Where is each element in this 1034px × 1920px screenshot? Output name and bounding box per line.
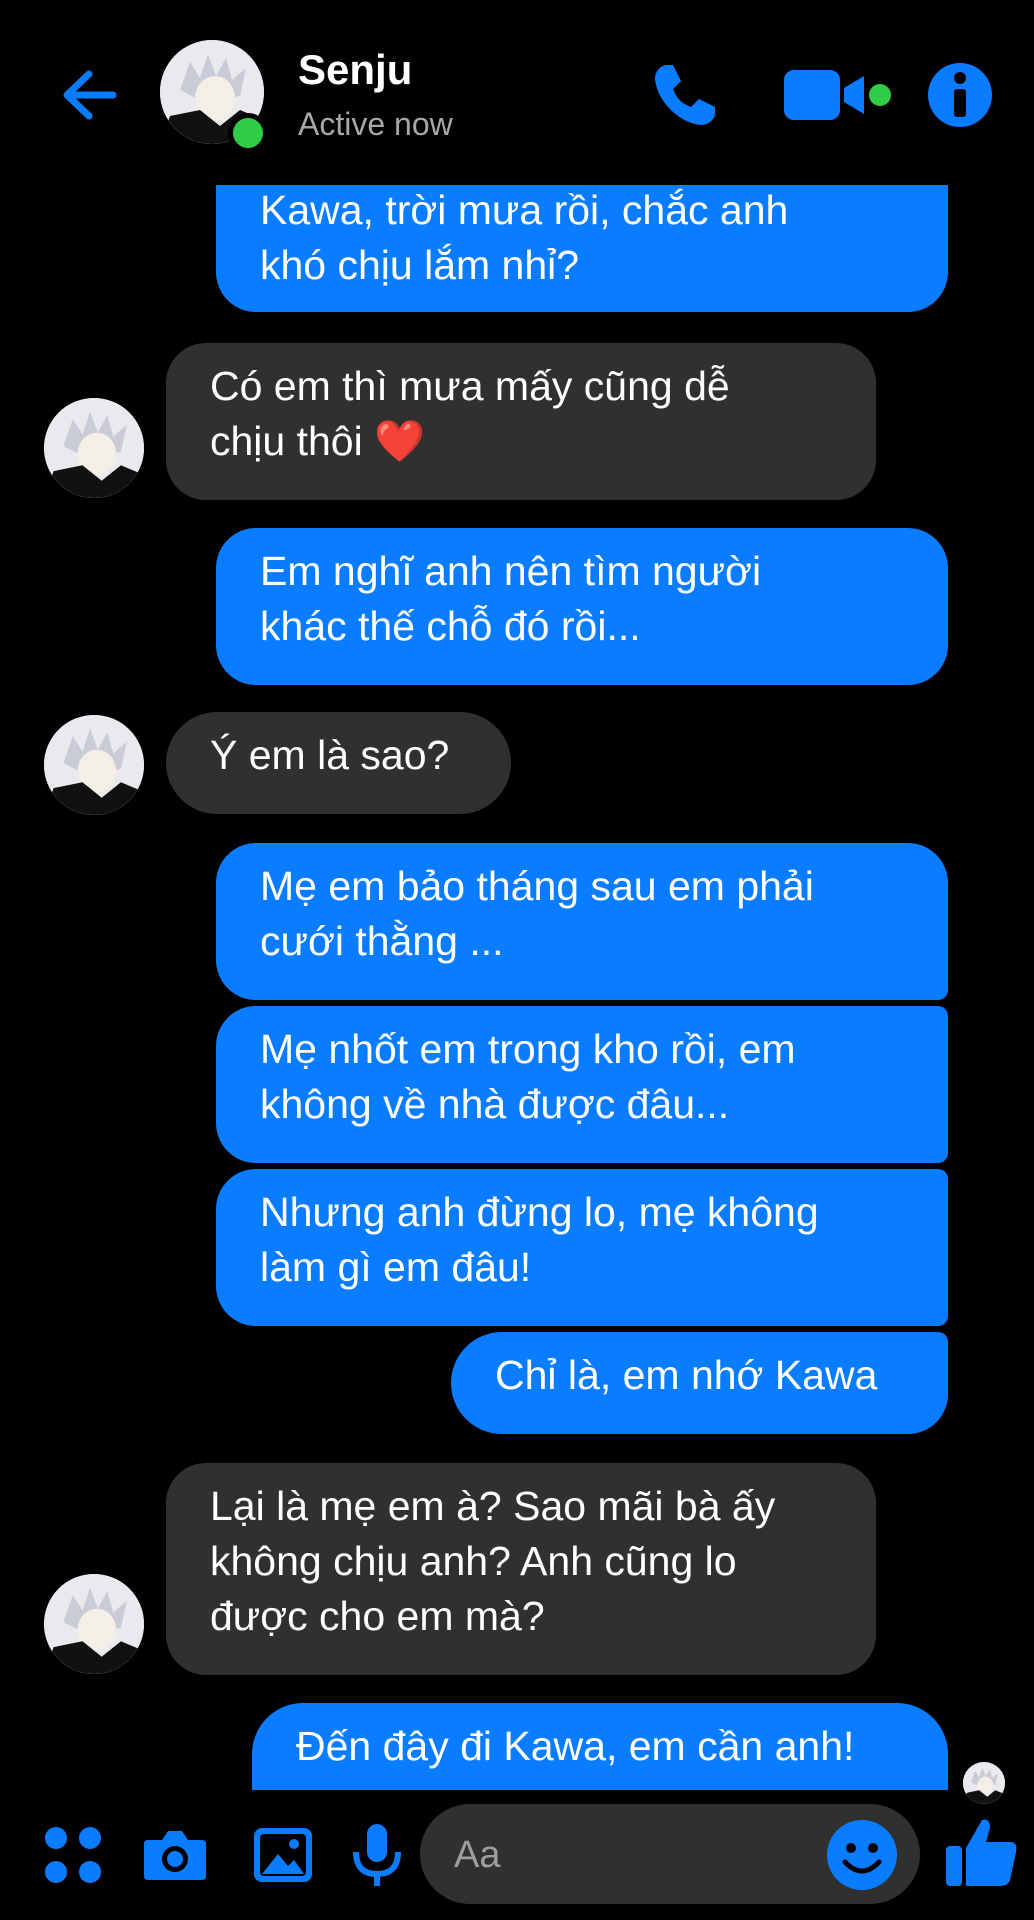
contact-avatar-small[interactable] (44, 398, 144, 498)
message-list[interactable]: Kawa, trời mưa rồi, chắc anh khó chịu lắ… (0, 185, 1034, 1790)
outgoing-message[interactable]: Em nghĩ anh nên tìm người khác thế chỗ đ… (216, 528, 948, 685)
apps-grid-icon[interactable] (38, 1820, 108, 1890)
outgoing-message[interactable]: Mẹ nhốt em trong kho rồi, em không về nh… (216, 1006, 948, 1163)
phone-icon[interactable] (645, 55, 725, 135)
outgoing-message[interactable]: Mẹ em bảo tháng sau em phải cưới thằng .… (216, 843, 948, 1000)
contact-avatar-small[interactable] (44, 715, 144, 815)
contact-avatar-small[interactable] (44, 1574, 144, 1674)
message-text: Đến đây đi Kawa, em cần anh! (296, 1723, 855, 1769)
message-text: Mẹ nhốt em trong kho rồi, em không về nh… (260, 1026, 796, 1127)
outgoing-message[interactable]: Kawa, trời mưa rồi, chắc anh khó chịu lắ… (216, 185, 948, 312)
back-arrow-icon[interactable] (55, 60, 125, 130)
incoming-message[interactable]: Ý em là sao? (166, 712, 511, 814)
microphone-icon[interactable] (342, 1820, 412, 1890)
message-text: Mẹ em bảo tháng sau em phải cưới thằng .… (260, 863, 814, 964)
contact-name[interactable]: Senju (298, 46, 412, 94)
outgoing-message[interactable]: Chỉ là, em nhớ Kawa (451, 1332, 948, 1434)
message-text: Em nghĩ anh nên tìm người khác thế chỗ đ… (260, 548, 762, 649)
outgoing-message[interactable]: Nhưng anh đừng lo, mẹ không làm gì em đâ… (216, 1169, 948, 1326)
message-text: Nhưng anh đừng lo, mẹ không làm gì em đâ… (260, 1189, 819, 1290)
online-status-dot (228, 113, 268, 153)
gallery-icon[interactable] (248, 1820, 318, 1890)
thumbs-up-icon[interactable] (942, 1812, 1022, 1892)
emoji-icon[interactable] (825, 1818, 899, 1892)
info-icon[interactable] (925, 60, 995, 130)
active-status: Active now (298, 106, 453, 142)
message-text: Chỉ là, em nhớ Kawa (495, 1352, 878, 1398)
message-input[interactable] (452, 1826, 826, 1884)
seen-receipt-avatar (963, 1762, 1005, 1804)
incoming-message[interactable]: Có em thì mưa mấy cũng dễ chịu thôi ❤️ (166, 343, 876, 500)
message-composer[interactable] (420, 1804, 920, 1904)
chat-header: Senju Active now (0, 0, 1034, 185)
incoming-message[interactable]: Lại là mẹ em à? Sao mãi bà ấy không chịu… (166, 1463, 876, 1675)
camera-icon[interactable] (140, 1820, 210, 1890)
message-text: Lại là mẹ em à? Sao mãi bà ấy không chịu… (210, 1483, 776, 1639)
composer-bar (0, 1790, 1034, 1920)
outgoing-message[interactable]: Đến đây đi Kawa, em cần anh! (252, 1703, 948, 1790)
message-text: Có em thì mưa mấy cũng dễ chịu thôi ❤️ (210, 363, 730, 464)
message-text: Ý em là sao? (210, 732, 450, 778)
video-camera-icon[interactable] (780, 60, 900, 130)
message-text: Kawa, trời mưa rồi, chắc anh khó chịu lắ… (260, 187, 789, 288)
